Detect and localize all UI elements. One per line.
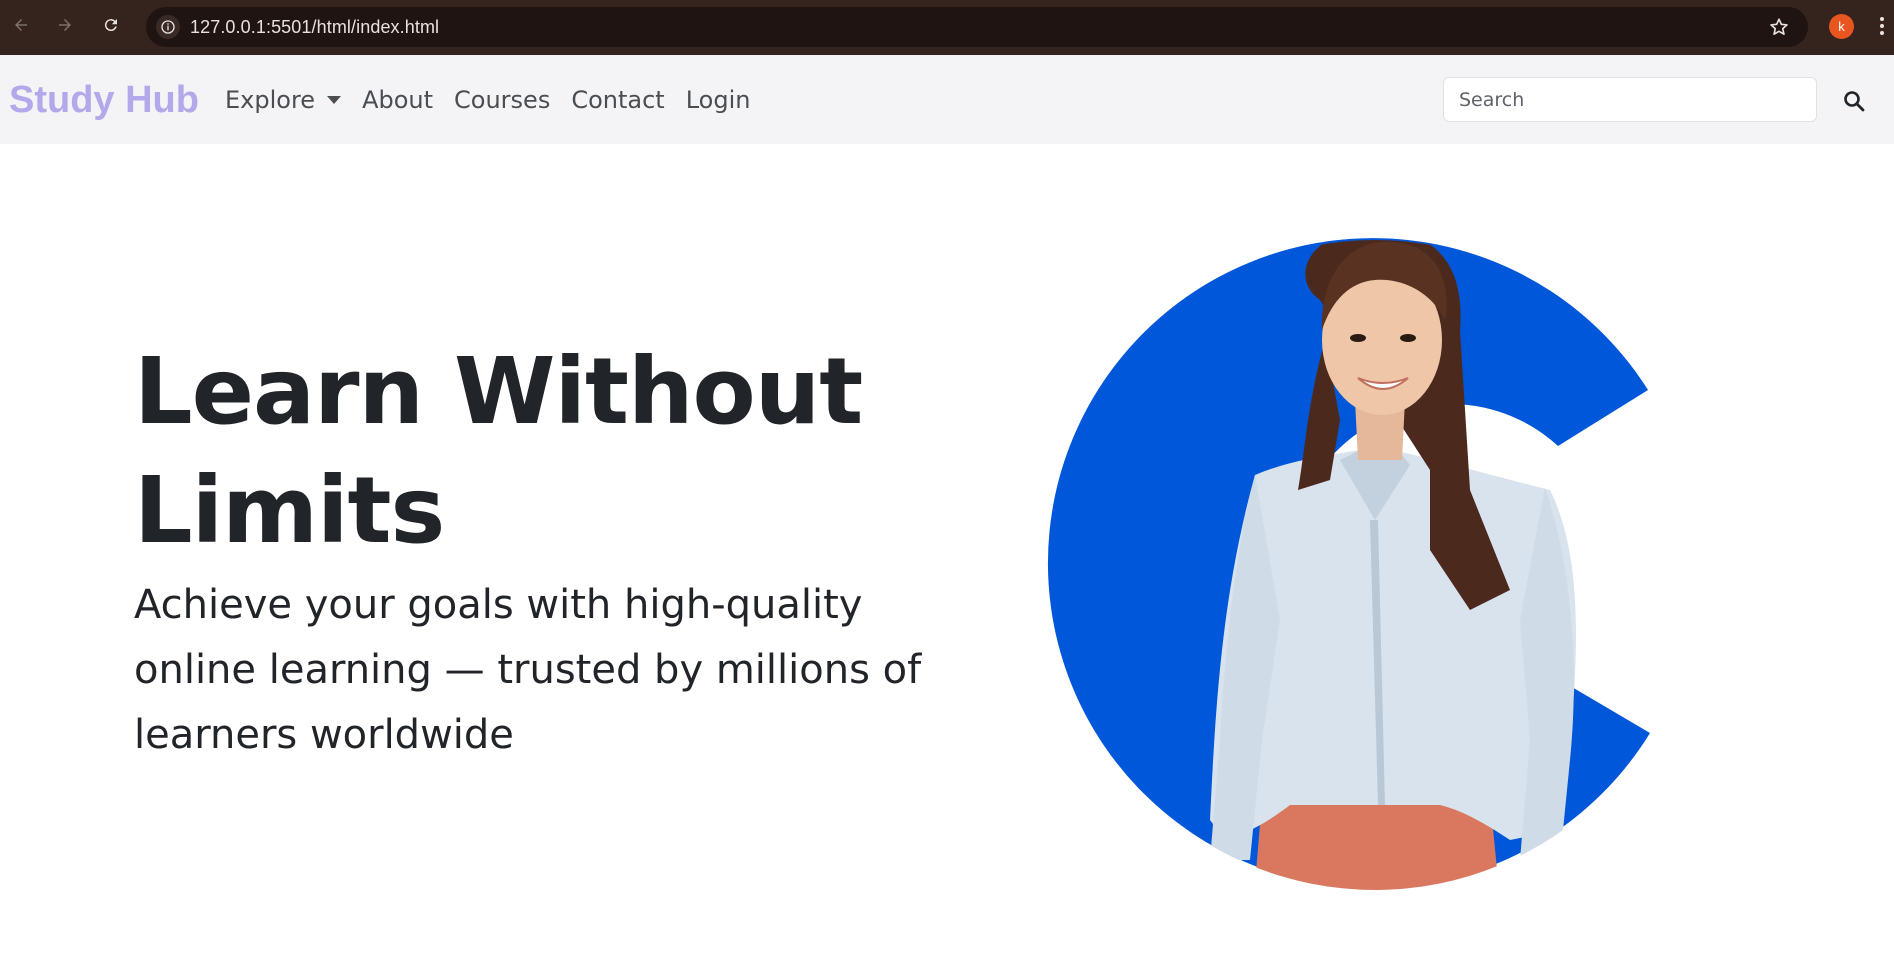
- star-icon[interactable]: [1768, 16, 1790, 38]
- arrow-right-icon: [59, 19, 71, 31]
- info-icon[interactable]: [156, 15, 180, 39]
- nav-link-courses[interactable]: Courses: [454, 86, 550, 114]
- nav-link-explore[interactable]: Explore: [225, 86, 342, 114]
- caret-down-icon: [327, 96, 342, 104]
- back-button[interactable]: [10, 14, 32, 36]
- nav-link-login[interactable]: Login: [686, 86, 751, 114]
- search-input[interactable]: [1443, 77, 1817, 122]
- url-text[interactable]: 127.0.0.1:5501/html/index.html: [190, 17, 439, 38]
- profile-avatar[interactable]: k: [1829, 14, 1854, 39]
- search-button[interactable]: [1840, 87, 1868, 115]
- nav-link-about[interactable]: About: [362, 86, 433, 114]
- kebab-menu-icon[interactable]: [1878, 14, 1886, 38]
- nav-links: Explore About Courses Contact Login: [225, 86, 771, 114]
- hero-image: [1040, 220, 1680, 910]
- brand-logo[interactable]: Study Hub: [9, 79, 199, 122]
- search-icon: [1844, 91, 1865, 112]
- forward-button[interactable]: [54, 14, 76, 36]
- nav-link-label: Explore: [225, 86, 316, 114]
- hero-title: Learn Without Limits: [134, 338, 863, 564]
- nav-link-contact[interactable]: Contact: [571, 86, 664, 114]
- hero-subtitle: Achieve your goals with high-quality onl…: [134, 582, 922, 758]
- reload-icon: [104, 19, 117, 32]
- browser-toolbar: 127.0.0.1:5501/html/index.html k: [0, 0, 1894, 55]
- address-bar[interactable]: 127.0.0.1:5501/html/index.html: [146, 7, 1808, 47]
- site-navbar: Study Hub Explore About Courses Contact …: [0, 55, 1894, 144]
- reload-button[interactable]: [100, 14, 122, 36]
- arrow-left-icon: [15, 19, 27, 31]
